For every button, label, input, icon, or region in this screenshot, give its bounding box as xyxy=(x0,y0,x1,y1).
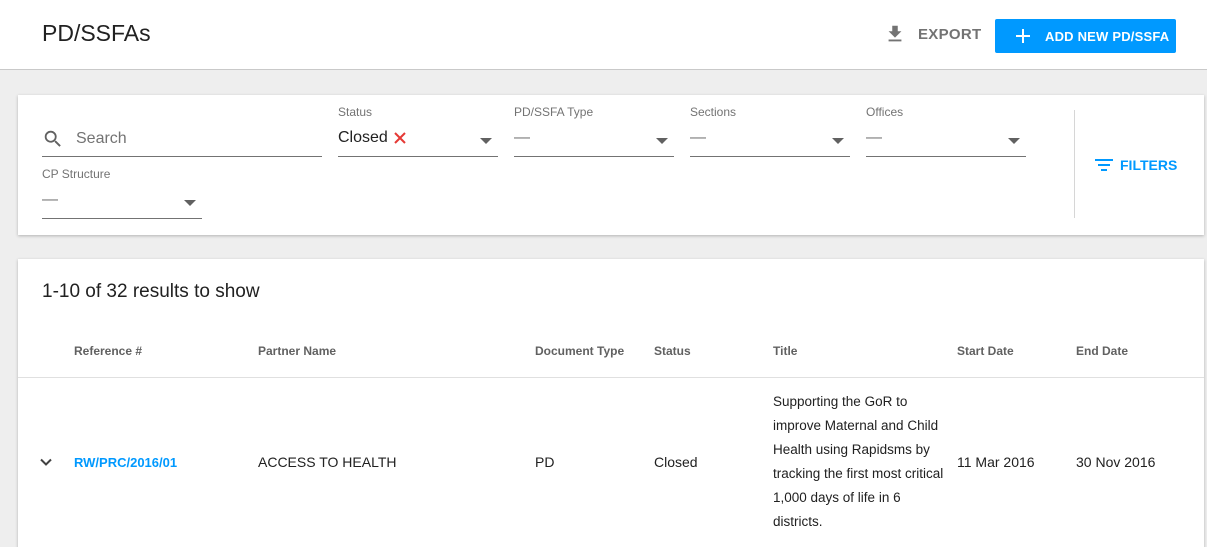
chevron-down-icon[interactable] xyxy=(38,454,54,470)
export-label: EXPORT xyxy=(918,25,982,43)
download-icon xyxy=(888,25,902,42)
title-cell: Supporting the GoR to improve Maternal a… xyxy=(773,394,944,529)
start-date-cell: 11 Mar 2016 xyxy=(957,454,1035,470)
document-type-cell: PD xyxy=(535,454,555,470)
end-date-cell: 30 Nov 2016 xyxy=(1076,454,1156,470)
cp-structure-value: — xyxy=(42,191,58,208)
add-new-label: ADD NEW PD/SSFA xyxy=(1045,28,1170,44)
pd-ssfa-type-dropdown[interactable]: PD/SSFA Type — xyxy=(514,105,674,157)
offices-dropdown[interactable]: Offices — xyxy=(866,105,1026,157)
offices-label: Offices xyxy=(866,105,904,119)
status-dropdown-label: Status xyxy=(338,105,373,119)
status-cell: Closed xyxy=(654,454,698,470)
page-title: PD/SSFAs xyxy=(42,20,151,46)
cp-structure-dropdown[interactable]: CP Structure — xyxy=(42,167,202,219)
search-field xyxy=(42,125,322,157)
filter-list-icon xyxy=(1095,159,1113,171)
filter-panel: Status Closed PD/SSFA Type — Sections — … xyxy=(18,95,1204,235)
column-header-status[interactable]: Status xyxy=(654,344,691,358)
filters-button[interactable]: FILTERS xyxy=(1094,156,1177,174)
dropdown-arrow-icon xyxy=(1008,138,1020,144)
offices-value: — xyxy=(866,129,882,146)
reference-link[interactable]: RW/PRC/2016/01 xyxy=(74,455,177,470)
filters-label: FILTERS xyxy=(1120,157,1178,173)
sections-label: Sections xyxy=(690,105,737,119)
results-count: 1-10 of 32 results to show xyxy=(42,281,260,302)
dropdown-arrow-icon xyxy=(480,138,492,144)
column-header-document-type[interactable]: Document Type xyxy=(535,344,624,358)
pd-ssfa-type-label: PD/SSFA Type xyxy=(514,105,594,119)
clear-status-icon[interactable] xyxy=(392,130,408,146)
dropdown-arrow-icon xyxy=(656,138,668,144)
dropdown-arrow-icon xyxy=(184,200,196,206)
filters-divider xyxy=(1074,110,1075,218)
column-header-reference[interactable]: Reference # xyxy=(74,344,142,358)
search-icon xyxy=(44,130,61,147)
status-dropdown-value: Closed xyxy=(338,129,388,146)
export-button[interactable]: EXPORT xyxy=(884,23,981,45)
cp-structure-label: CP Structure xyxy=(42,167,111,181)
search-input[interactable] xyxy=(76,130,316,148)
table-row: RW/PRC/2016/01 ACCESS TO HEALTH PD Close… xyxy=(18,378,1204,547)
column-header-title[interactable]: Title xyxy=(773,344,797,358)
results-panel: 1-10 of 32 results to show Reference # P… xyxy=(18,259,1204,547)
plus-icon xyxy=(1016,29,1030,43)
column-header-end-date[interactable]: End Date xyxy=(1076,344,1128,358)
column-header-start-date[interactable]: Start Date xyxy=(957,344,1014,358)
sections-value: — xyxy=(690,129,706,146)
sections-dropdown[interactable]: Sections — xyxy=(690,105,850,157)
dropdown-arrow-icon xyxy=(832,138,844,144)
status-dropdown[interactable]: Status Closed xyxy=(338,105,498,157)
column-header-partner-name[interactable]: Partner Name xyxy=(258,344,336,358)
top-bar: PD/SSFAs EXPORT ADD NEW PD/SSFA xyxy=(0,0,1207,70)
partner-name-cell: ACCESS TO HEALTH xyxy=(258,454,397,470)
pd-ssfa-type-value: — xyxy=(514,129,530,146)
add-new-pd-ssfa-button[interactable]: ADD NEW PD/SSFA xyxy=(995,19,1176,53)
